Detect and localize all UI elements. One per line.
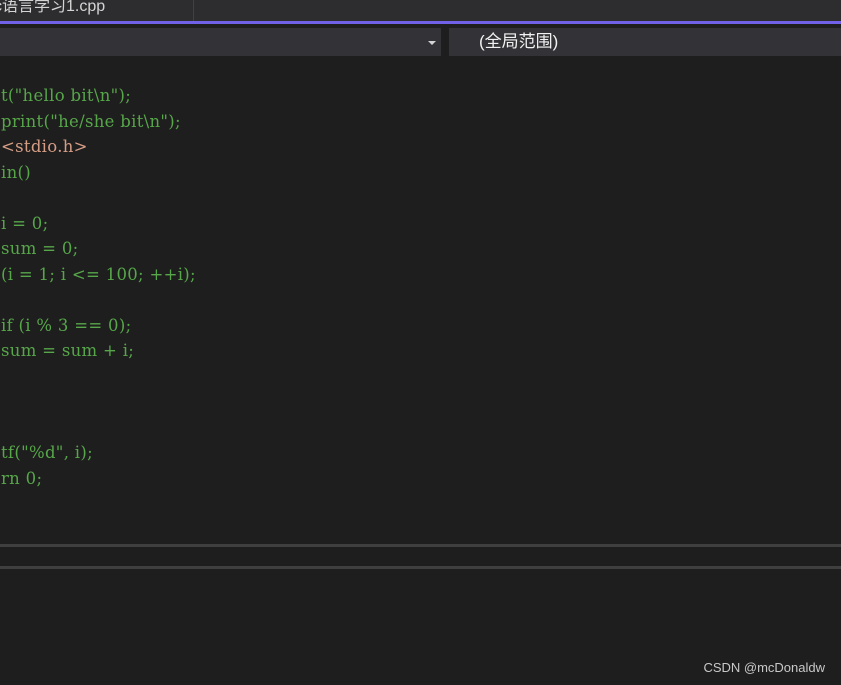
output-panel: CSDN @mcDonaldw bbox=[0, 569, 841, 685]
csdn-watermark: CSDN @mcDonaldw bbox=[703, 660, 825, 675]
panel-header-area bbox=[0, 547, 841, 566]
code-line: in() bbox=[1, 162, 31, 182]
code-line: t("hello bit\n"); bbox=[1, 86, 132, 105]
code-line: (i = 1; i <= 100; ++i); bbox=[1, 264, 196, 284]
code-line: if (i % 3 == 0); bbox=[1, 315, 132, 335]
chevron-down-icon[interactable] bbox=[428, 41, 436, 45]
scope-dropdown[interactable]: (全局范围) bbox=[449, 28, 841, 56]
code-line: i = 0; bbox=[1, 213, 49, 233]
code-line: tf("%d", i); bbox=[1, 443, 93, 462]
navigation-bar: (全局范围) bbox=[0, 24, 841, 84]
code-line: <stdio.h> bbox=[1, 137, 88, 156]
document-tab-strip: c语言学习1.cpp bbox=[0, 0, 841, 22]
code-editor[interactable]: t("hello bit\n"); print("he/she bit\n"); <… bbox=[0, 60, 841, 544]
code-line: sum = sum + i; bbox=[1, 341, 135, 360]
code-line: rn 0; bbox=[1, 468, 43, 488]
tab-divider bbox=[193, 0, 194, 22]
scope-label: (全局范围) bbox=[479, 32, 559, 51]
code-line: sum = 0; bbox=[1, 239, 79, 258]
document-tab[interactable]: c语言学习1.cpp bbox=[0, 0, 193, 22]
project-dropdown[interactable] bbox=[0, 28, 441, 56]
code-line: print("he/she bit\n"); bbox=[1, 111, 181, 131]
document-tab-label: c语言学习1.cpp bbox=[0, 0, 106, 15]
